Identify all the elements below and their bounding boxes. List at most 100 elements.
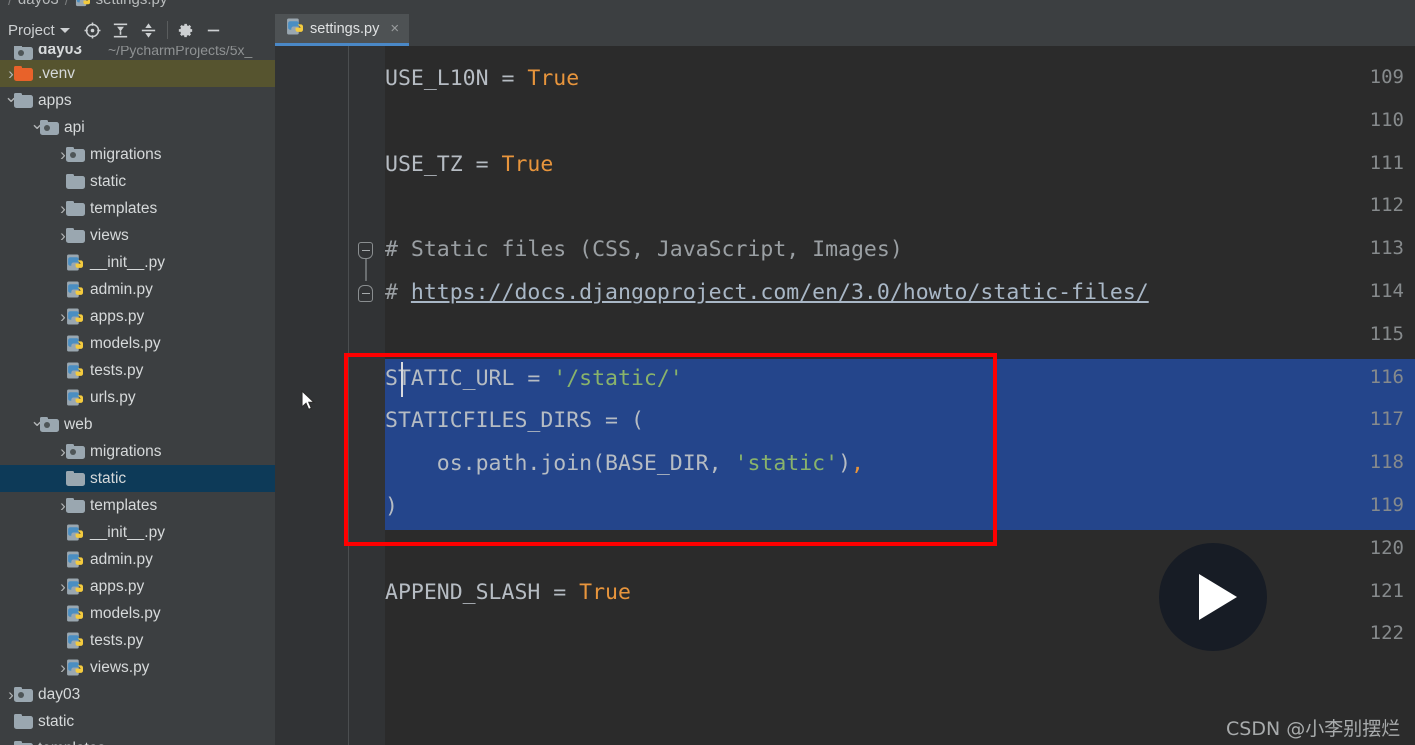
locate-target-icon[interactable]: [79, 16, 107, 44]
tree-row-templates[interactable]: templates: [0, 492, 275, 519]
line-number: 111: [1369, 151, 1404, 174]
code-line[interactable]: ): [385, 494, 398, 519]
project-toolbar: Project: [0, 14, 275, 46]
tree-root-path: ~/PycharmProjects/5x_: [108, 46, 253, 58]
collapse-all-icon[interactable]: [135, 16, 163, 44]
close-icon[interactable]: ×: [390, 20, 399, 37]
tree-row--venv[interactable]: .venv: [0, 60, 275, 87]
tree-row-admin-py[interactable]: admin.py: [0, 546, 275, 573]
tree-row-templates[interactable]: templates: [0, 195, 275, 222]
code-token: ): [838, 451, 852, 477]
tree-item-label: api: [64, 118, 85, 136]
tree-row---init---py[interactable]: __init__.py: [0, 249, 275, 276]
code-line[interactable]: STATICFILES_DIRS = (: [385, 408, 644, 433]
breadcrumb-item-0[interactable]: day03: [18, 0, 59, 8]
chevron-down-icon[interactable]: [59, 27, 70, 33]
tree-row-admin-py[interactable]: admin.py: [0, 276, 275, 303]
code-folding-strip[interactable]: [349, 46, 385, 745]
folder-icon: [14, 714, 33, 729]
tree-item-label: views: [90, 226, 129, 244]
tree-item-label: apps.py: [90, 307, 145, 325]
code-token: https://docs.djangoproject.com/en/3.0/ho…: [410, 280, 1149, 305]
tree-row-urls-py[interactable]: urls.py: [0, 384, 275, 411]
selection-highlight: [385, 487, 1415, 530]
tree-row-day03[interactable]: day03: [0, 681, 275, 708]
tree-row-models-py[interactable]: models.py: [0, 330, 275, 357]
tree-item-label: apps: [38, 91, 72, 109]
python-file-icon: [66, 308, 83, 325]
code-token: ): [385, 494, 398, 519]
editor-tab-bar: settings.py ×: [275, 14, 1415, 46]
play-triangle-icon: [1198, 574, 1237, 620]
tree-row-models-py[interactable]: models.py: [0, 600, 275, 627]
watermark: CSDN @小李别摆烂: [1226, 718, 1401, 740]
tree-row-static[interactable]: static: [0, 168, 275, 195]
tab-settings-py[interactable]: settings.py ×: [275, 14, 410, 46]
code-line[interactable]: APPEND_SLASH = True: [385, 580, 631, 605]
module-folder-icon: [14, 46, 33, 60]
line-number: 117: [1369, 408, 1404, 431]
tree-row-static[interactable]: static: [0, 465, 275, 492]
tree-row-apps[interactable]: apps: [0, 87, 275, 114]
line-number: 120: [1369, 536, 1404, 559]
tree-row-views-py[interactable]: views.py: [0, 654, 275, 681]
folder-orange-icon: [14, 66, 33, 81]
tree-row-apps-py[interactable]: apps.py: [0, 573, 275, 600]
folder-icon: [66, 228, 85, 243]
tree-row-migrations[interactable]: migrations: [0, 141, 275, 168]
project-tree[interactable]: day03 ~/PycharmProjects/5x_ .venv apps api…: [0, 46, 275, 745]
project-label[interactable]: Project: [8, 22, 55, 39]
python-file-icon: [66, 281, 83, 298]
code-token: 'static': [734, 451, 839, 477]
module-folder-icon: [40, 417, 59, 432]
tree-row-migrations[interactable]: migrations: [0, 438, 275, 465]
minimize-icon[interactable]: [200, 16, 228, 44]
fold-top-icon[interactable]: [357, 241, 374, 260]
line-number: 112: [1369, 194, 1404, 217]
code-line[interactable]: STATIC_URL = '/static/': [385, 366, 683, 391]
tree-row-static[interactable]: static: [0, 708, 275, 735]
text-caret: [401, 362, 403, 397]
python-file-icon: [66, 551, 83, 568]
tree-item-label: static: [90, 172, 127, 190]
gear-icon[interactable]: [172, 16, 200, 44]
line-number: 114: [1369, 280, 1404, 302]
tree-item-label: day03: [38, 685, 81, 703]
expand-all-icon[interactable]: [107, 16, 135, 44]
tree-row-tests-py[interactable]: tests.py: [0, 357, 275, 384]
tree-item-label: web: [64, 415, 93, 433]
tree-row-api[interactable]: api: [0, 114, 275, 141]
code-line[interactable]: USE_TZ = True: [385, 152, 553, 177]
tree-row-views[interactable]: views: [0, 222, 275, 249]
code-line[interactable]: os.path.join(BASE_DIR, 'static'),: [385, 451, 864, 476]
tree-row-tests-py[interactable]: tests.py: [0, 627, 275, 654]
tree-row---init---py[interactable]: __init__.py: [0, 519, 275, 546]
code-token: # Static files (CSS, JavaScript, Images): [385, 237, 903, 263]
code-line[interactable]: # Static files (CSS, JavaScript, Images): [385, 237, 903, 262]
python-file-icon: [286, 18, 303, 40]
tree-item-label: __init__.py: [90, 253, 165, 271]
code-line[interactable]: USE_L10N = True: [385, 66, 579, 91]
tree-row-root[interactable]: day03 ~/PycharmProjects/5x_: [0, 46, 275, 60]
play-button[interactable]: [1159, 543, 1267, 651]
tree-item-label: templates: [90, 496, 158, 514]
tree-item-label: __init__.py: [90, 523, 165, 541]
code-token: #: [385, 280, 411, 305]
tree-row-web[interactable]: web: [0, 411, 275, 438]
code-line[interactable]: # https://docs.djangoproject.com/en/3.0/…: [385, 280, 1149, 305]
tree-item-label: templates: [38, 740, 105, 745]
breadcrumb-item-1[interactable]: settings.py: [96, 0, 168, 8]
tree-item-label: apps.py: [90, 577, 145, 595]
python-file-icon: [66, 659, 83, 676]
tree-item-label: .venv: [38, 64, 76, 82]
line-number: 122: [1369, 622, 1404, 645]
tree-row-apps-py[interactable]: apps.py: [0, 303, 275, 330]
folder-icon: [14, 741, 33, 745]
tree-item-label: templates: [90, 199, 158, 217]
folder-icon: [66, 471, 85, 486]
code-token: USE_TZ =: [385, 151, 502, 177]
tree-row-templates[interactable]: templates: [0, 735, 275, 745]
line-number: 116: [1369, 365, 1404, 388]
python-file-icon: [66, 578, 83, 595]
fold-bot-icon[interactable]: [357, 284, 374, 303]
